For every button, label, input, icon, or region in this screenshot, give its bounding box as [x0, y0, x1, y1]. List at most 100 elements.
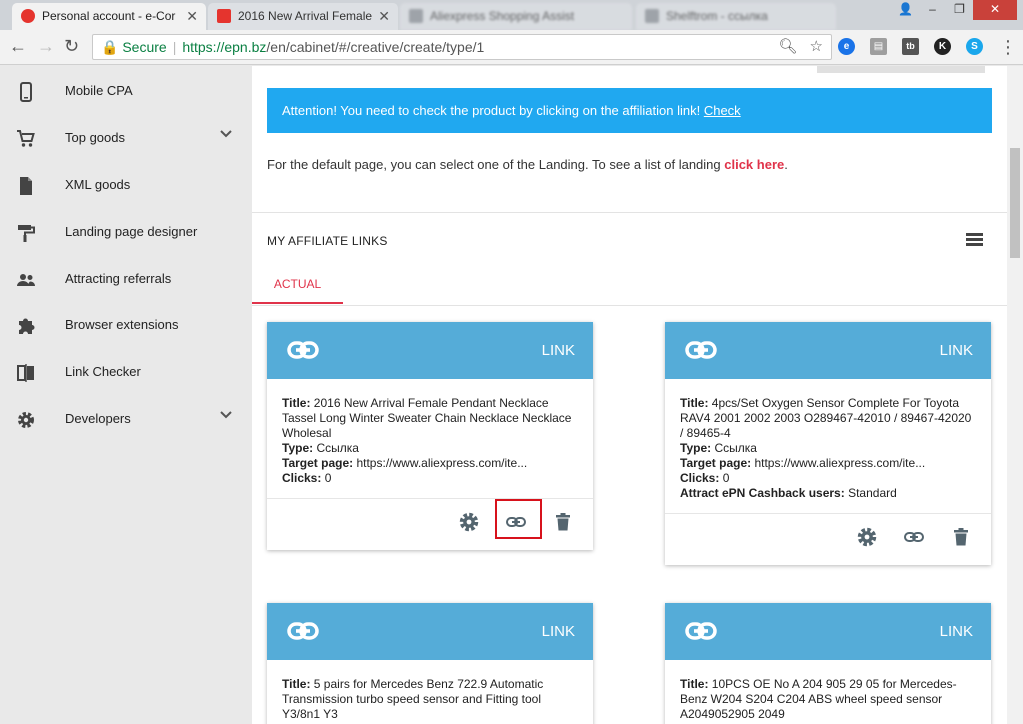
tab-actual[interactable]: ACTUAL: [252, 264, 343, 304]
card-field-title: Title: 10PCS OE No A 204 905 29 05 for M…: [680, 677, 957, 721]
card-field-clicks: Clicks: 0: [680, 471, 730, 485]
aliexpress-favicon-icon: [217, 9, 231, 23]
sidebar-item-label: Browser extensions: [65, 317, 179, 332]
divider: [252, 212, 1007, 213]
browser-tab-title: 2016 New Arrival Female: [238, 9, 373, 23]
card-field-type: Type: Ссылка: [282, 441, 359, 455]
sidebar-item-link-checker[interactable]: Link Checker: [0, 353, 252, 393]
forward-arrow-icon[interactable]: →: [37, 36, 55, 57]
window-controls: 👤 – ❐ ✕: [892, 0, 1017, 20]
page-favicon-icon: [409, 9, 423, 23]
sidebar-item-label: XML goods: [65, 177, 131, 192]
card-body: Title: 5 pairs for Mercedes Benz 722.9 A…: [267, 660, 593, 724]
sidebar-item-top-goods[interactable]: Top goods: [0, 119, 252, 159]
close-icon[interactable]: ✕: [186, 3, 198, 29]
address-bar[interactable]: 🔒 Secure | https://epn.bz/en/cabinet/#/cre…: [92, 34, 832, 60]
bookmark-star-icon[interactable]: ☆: [810, 38, 823, 55]
list-view-icon[interactable]: [966, 233, 983, 247]
landing-note: For the default page, you can select one…: [267, 157, 788, 172]
browser-tab-blurred-1[interactable]: Aliexpress Shopping Assist: [400, 3, 632, 30]
back-arrow-icon[interactable]: ←: [9, 36, 27, 57]
puzzle-icon: [16, 316, 36, 336]
sidebar-item-developers[interactable]: Developers: [0, 400, 252, 440]
highlight-box: [495, 499, 542, 539]
browser-toolbar: ← → ↻ 🔒 Secure | https://epn.bz/en/cabinet…: [0, 30, 1023, 65]
trash-icon[interactable]: [552, 511, 574, 533]
chain-link-icon: [287, 339, 319, 366]
omnibox-actions: 🔍︎ ☆: [778, 35, 823, 59]
card-field-title: Title: 2016 New Arrival Female Pendant N…: [282, 396, 572, 440]
affiliate-link-card: LINK Title: 4pcs/Set Oxygen Sensor Compl…: [665, 322, 991, 565]
sidebar-item-xml-goods[interactable]: XML goods: [0, 166, 252, 206]
file-icon: [16, 176, 36, 196]
k-extension-icon[interactable]: K: [934, 38, 951, 55]
check-link[interactable]: Check: [704, 103, 741, 118]
browser-menu-icon[interactable]: ⋮: [999, 37, 1017, 58]
trash-icon[interactable]: [950, 526, 972, 548]
browser-tab-product[interactable]: 2016 New Arrival Female ✕: [208, 3, 398, 30]
card-header: LINK: [267, 603, 593, 660]
sidebar-item-label: Landing page designer: [65, 224, 198, 239]
skype-extension-icon[interactable]: S: [966, 38, 983, 55]
scrollbar-thumb[interactable]: [1010, 148, 1020, 258]
url-path: /en/cabinet/#/creative/create/type/1: [266, 39, 485, 55]
sidebar-item-mobile-cpa[interactable]: Mobile CPA: [0, 72, 252, 112]
browser-tab-strip: Personal account - e-Cor ✕ 2016 New Arri…: [0, 0, 1023, 30]
save-extension-icon[interactable]: ▤: [870, 38, 887, 55]
chain-link-icon: [287, 620, 319, 647]
epn-favicon-icon: [21, 9, 35, 23]
chevron-down-icon[interactable]: [219, 127, 233, 144]
profile-icon[interactable]: 👤: [892, 0, 919, 20]
reload-icon[interactable]: ↻: [64, 36, 79, 57]
copy-link-icon[interactable]: [903, 526, 925, 548]
card-header: LINK: [267, 322, 593, 379]
sidebar-item-landing-designer[interactable]: Landing page designer: [0, 213, 252, 253]
card-field-title: Title: 5 pairs for Mercedes Benz 722.9 A…: [282, 677, 544, 721]
sidebar: Mobile CPA Top goods XML goods Landing p…: [0, 66, 252, 724]
sidebar-item-label: Link Checker: [65, 364, 141, 379]
card-kind: LINK: [541, 342, 575, 359]
card-field-target: Target page: https://www.aliexpress.com/…: [680, 456, 926, 470]
affiliate-link-card: LINK Title: 10PCS OE No A 204 905 29 05 …: [665, 603, 991, 724]
affiliate-link-card: LINK Title: 2016 New Arrival Female Pend…: [267, 322, 593, 550]
landing-note-text: For the default page, you can select one…: [267, 157, 725, 172]
browser-tab-title: Shelftrom - ссылка: [666, 9, 768, 23]
card-header: LINK: [665, 322, 991, 379]
card-actions: [665, 513, 991, 565]
page-scrollbar[interactable]: [1007, 66, 1023, 724]
card-body: Title: 2016 New Arrival Female Pendant N…: [267, 379, 593, 498]
sidebar-item-browser-extensions[interactable]: Browser extensions: [0, 306, 252, 346]
e-extension-icon[interactable]: e: [838, 38, 855, 55]
card-field-target: Target page: https://www.aliexpress.com/…: [282, 456, 528, 470]
minimize-icon[interactable]: –: [919, 0, 946, 20]
paint-roller-icon: [16, 223, 36, 243]
card-field-clicks: Clicks: 0: [282, 471, 332, 485]
chevron-down-icon[interactable]: [219, 408, 233, 425]
top-button-stub: [817, 66, 985, 73]
sidebar-item-label: Attracting referrals: [65, 271, 172, 286]
close-icon[interactable]: ✕: [378, 3, 390, 29]
browser-tab-title: Personal account - e-Cor: [42, 9, 176, 23]
page-favicon-icon: [645, 9, 659, 23]
gear-icon[interactable]: [856, 526, 878, 548]
browser-tab-blurred-2[interactable]: Shelftrom - ссылка: [636, 3, 836, 30]
window-close-icon[interactable]: ✕: [973, 0, 1017, 20]
card-field-title: Title: 4pcs/Set Oxygen Sensor Complete F…: [680, 396, 972, 440]
tb-extension-icon[interactable]: tb: [902, 38, 919, 55]
zoom-icon[interactable]: 🔍︎: [778, 38, 797, 55]
card-body: Title: 10PCS OE No A 204 905 29 05 for M…: [665, 660, 991, 724]
sidebar-item-label: Mobile CPA: [65, 83, 133, 98]
compare-icon: [16, 363, 36, 383]
browser-tab-personal-account[interactable]: Personal account - e-Cor ✕: [12, 3, 206, 30]
sidebar-item-attracting-referrals[interactable]: Attracting referrals: [0, 260, 252, 300]
card-field-cashback: Attract ePN Cashback users: Standard: [680, 486, 897, 500]
divider: [252, 305, 1007, 306]
card-actions: [267, 498, 593, 550]
sidebar-item-label: Top goods: [65, 130, 125, 145]
click-here-link[interactable]: click here: [724, 157, 784, 172]
attention-alert: Attention! You need to check the product…: [267, 88, 992, 133]
card-field-type: Type: Ссылка: [680, 441, 757, 455]
gear-icon[interactable]: [458, 511, 480, 533]
affiliate-link-card: LINK Title: 5 pairs for Mercedes Benz 72…: [267, 603, 593, 724]
restore-icon[interactable]: ❐: [946, 0, 973, 20]
